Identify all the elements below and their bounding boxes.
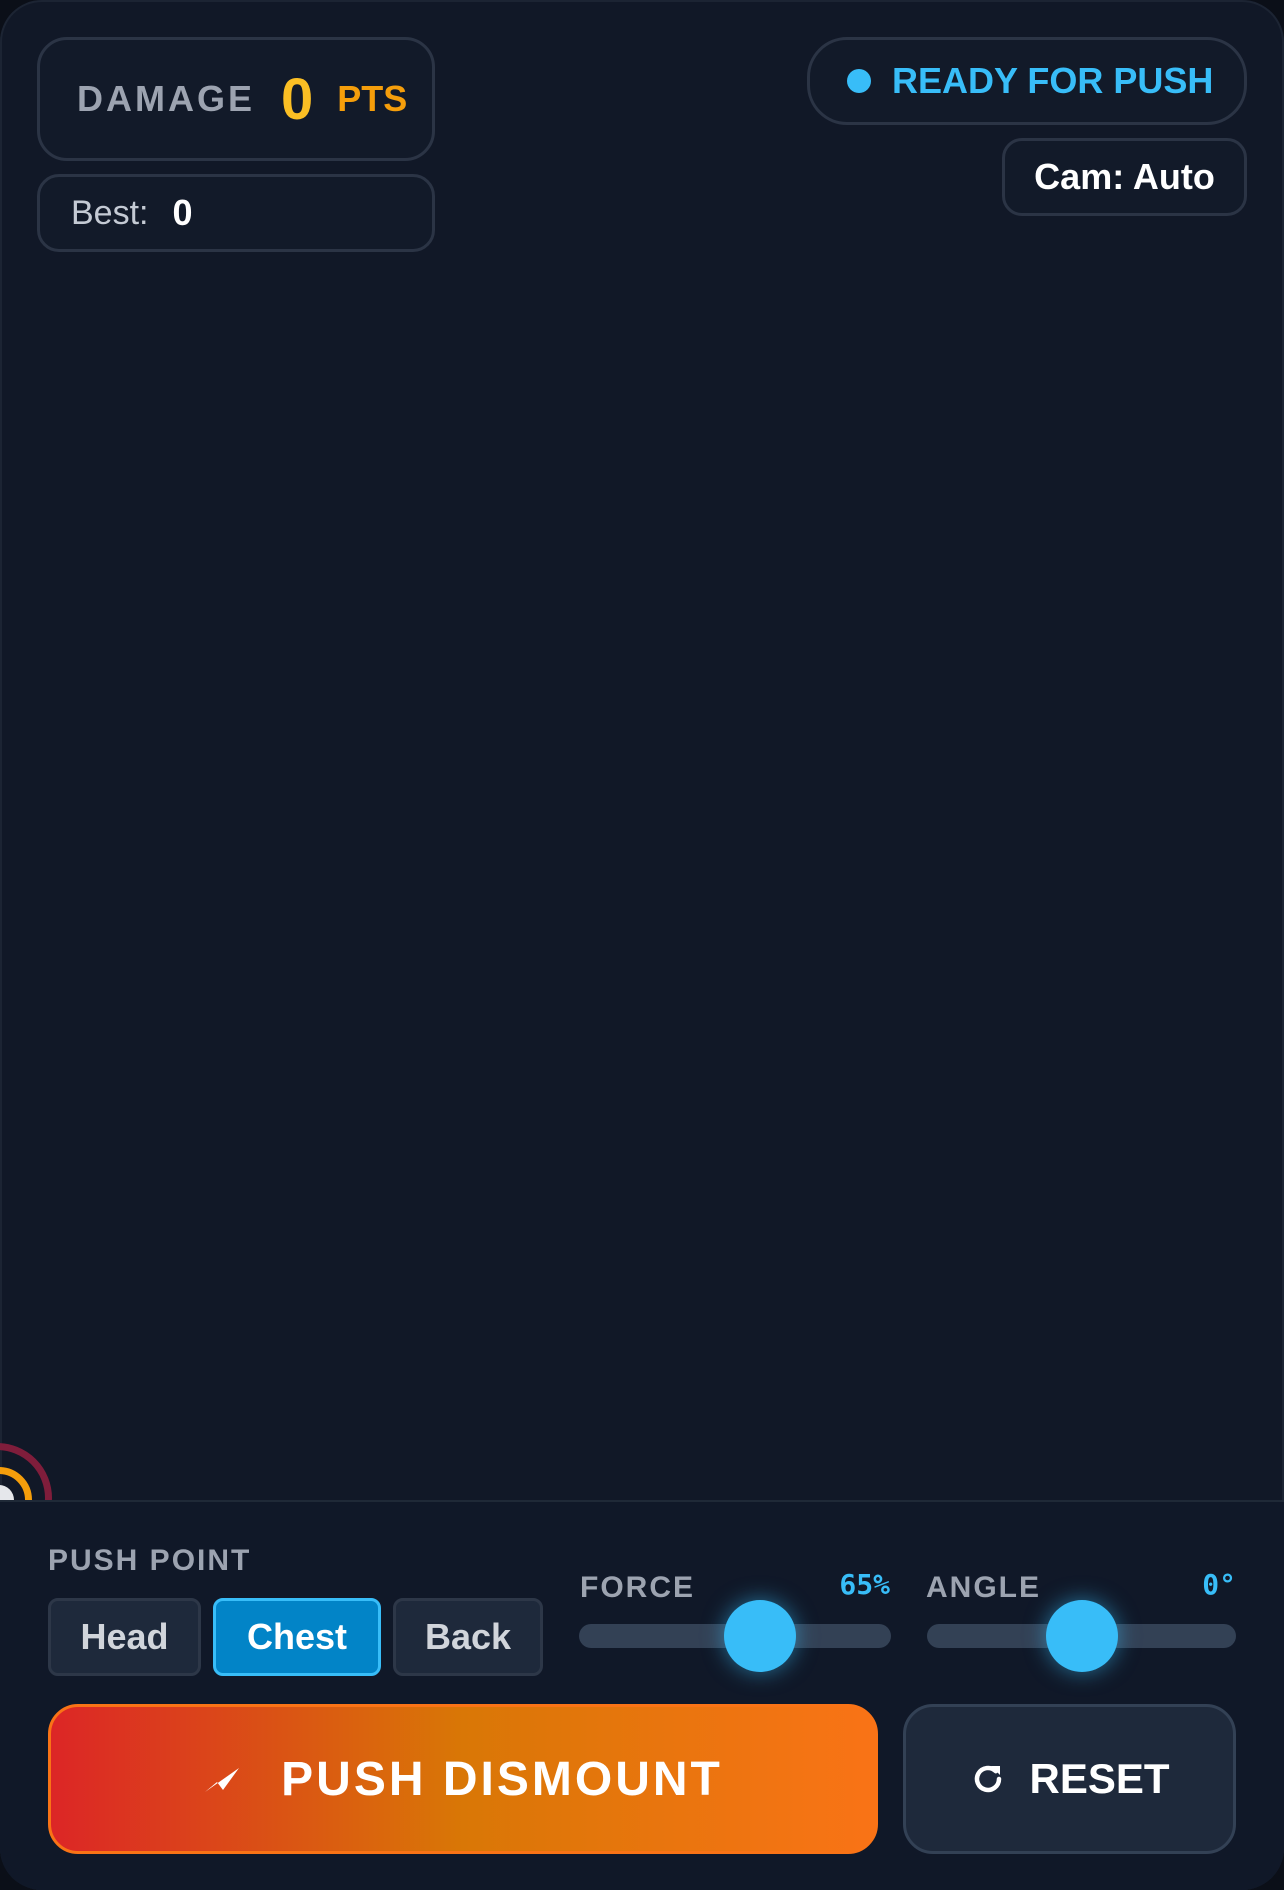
force-label: FORCE: [580, 1571, 695, 1604]
status-dot-icon: [847, 69, 871, 93]
damage-display: DAMAGE 0 PTS: [37, 37, 435, 161]
angle-slider-thumb[interactable]: [1045, 1600, 1118, 1672]
damage-unit: PTS: [337, 78, 408, 119]
refresh-icon: [975, 1765, 1002, 1793]
best-value: 0: [172, 192, 193, 233]
game-screen: DAMAGE 0 PTS Best: 0 READY FOR PUSH Cam:…: [0, 0, 1284, 1890]
angle-label: ANGLE: [926, 1571, 1041, 1604]
push-dismount-label: PUSH DISMOUNT: [281, 1752, 723, 1806]
push-point-back-button[interactable]: Back: [393, 1598, 543, 1676]
best-label: Best:: [71, 193, 149, 232]
send-icon: [205, 1768, 240, 1792]
damage-value: 0: [281, 66, 314, 132]
camera-mode-button[interactable]: Cam: Auto: [1002, 138, 1247, 216]
damage-label: DAMAGE: [77, 78, 255, 119]
push-point-chest-button[interactable]: Chest: [213, 1598, 381, 1676]
push-point-label: PUSH POINT: [48, 1544, 252, 1577]
push-dismount-button[interactable]: PUSH DISMOUNT: [48, 1704, 878, 1854]
status-text: READY FOR PUSH: [892, 60, 1214, 101]
force-slider-track[interactable]: [579, 1600, 891, 1672]
best-score: Best: 0: [37, 174, 435, 252]
force-value: 65%: [839, 1568, 890, 1601]
reset-button[interactable]: RESET: [903, 1704, 1236, 1854]
reset-label: RESET: [1029, 1755, 1170, 1802]
force-slider-thumb[interactable]: [723, 1600, 796, 1672]
push-point-head-button[interactable]: Head: [48, 1598, 201, 1676]
angle-value: 0°: [1202, 1568, 1236, 1601]
status-badge: READY FOR PUSH: [807, 37, 1247, 125]
angle-slider-track[interactable]: [927, 1600, 1236, 1672]
